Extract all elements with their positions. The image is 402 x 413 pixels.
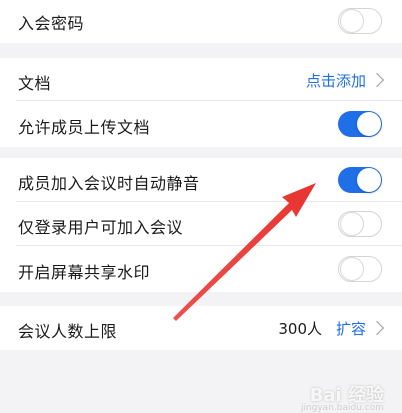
row-only-logged-in-users[interactable]: 仅登录用户可加入会议 xyxy=(0,202,402,246)
documents-label: 文档 xyxy=(18,74,52,93)
row-auto-mute-on-join[interactable]: 成员加入会议时自动静音 xyxy=(0,158,402,202)
toggle-knob xyxy=(340,212,364,236)
row-meeting-password[interactable]: 入会密码 xyxy=(0,0,402,43)
participant-limit-label: 会议人数上限 xyxy=(18,322,118,341)
chevron-right-icon xyxy=(369,72,385,88)
meeting-password-label: 入会密码 xyxy=(18,14,85,33)
meeting-settings-screen: 入会密码 文档 点击添加 允许成员上传文档 成员加入会议时自动静音 仅登录用户可… xyxy=(0,0,402,413)
expand-capacity-link[interactable]: 扩容 xyxy=(336,318,366,339)
allow-member-upload-label: 允许成员上传文档 xyxy=(18,118,151,137)
row-documents[interactable]: 文档 点击添加 xyxy=(0,58,402,101)
participant-limit-value: 300人 xyxy=(278,320,322,338)
row-screen-share-watermark[interactable]: 开启屏幕共享水印 xyxy=(0,246,402,292)
toggle-knob xyxy=(340,9,364,33)
toggle-knob xyxy=(357,112,381,136)
only-logged-in-users-toggle[interactable] xyxy=(338,211,382,237)
only-logged-in-users-label: 仅登录用户可加入会议 xyxy=(18,218,184,237)
toggle-knob xyxy=(340,257,364,281)
allow-member-upload-toggle[interactable] xyxy=(338,111,382,137)
meeting-password-toggle[interactable] xyxy=(338,8,382,34)
row-participant-limit[interactable]: 会议人数上限 300人 扩容 xyxy=(0,306,402,350)
screen-share-watermark-label: 开启屏幕共享水印 xyxy=(18,263,151,282)
row-allow-member-upload[interactable]: 允许成员上传文档 xyxy=(0,101,402,147)
screen-share-watermark-toggle[interactable] xyxy=(338,256,382,282)
documents-add-link[interactable]: 点击添加 xyxy=(306,70,366,91)
chevron-right-icon xyxy=(369,320,385,336)
baidu-jingyan-watermark-url: jingyan.baidu.com xyxy=(300,403,384,413)
toggle-knob xyxy=(357,168,381,192)
auto-mute-on-join-toggle[interactable] xyxy=(338,167,382,193)
auto-mute-on-join-label: 成员加入会议时自动静音 xyxy=(18,174,200,193)
